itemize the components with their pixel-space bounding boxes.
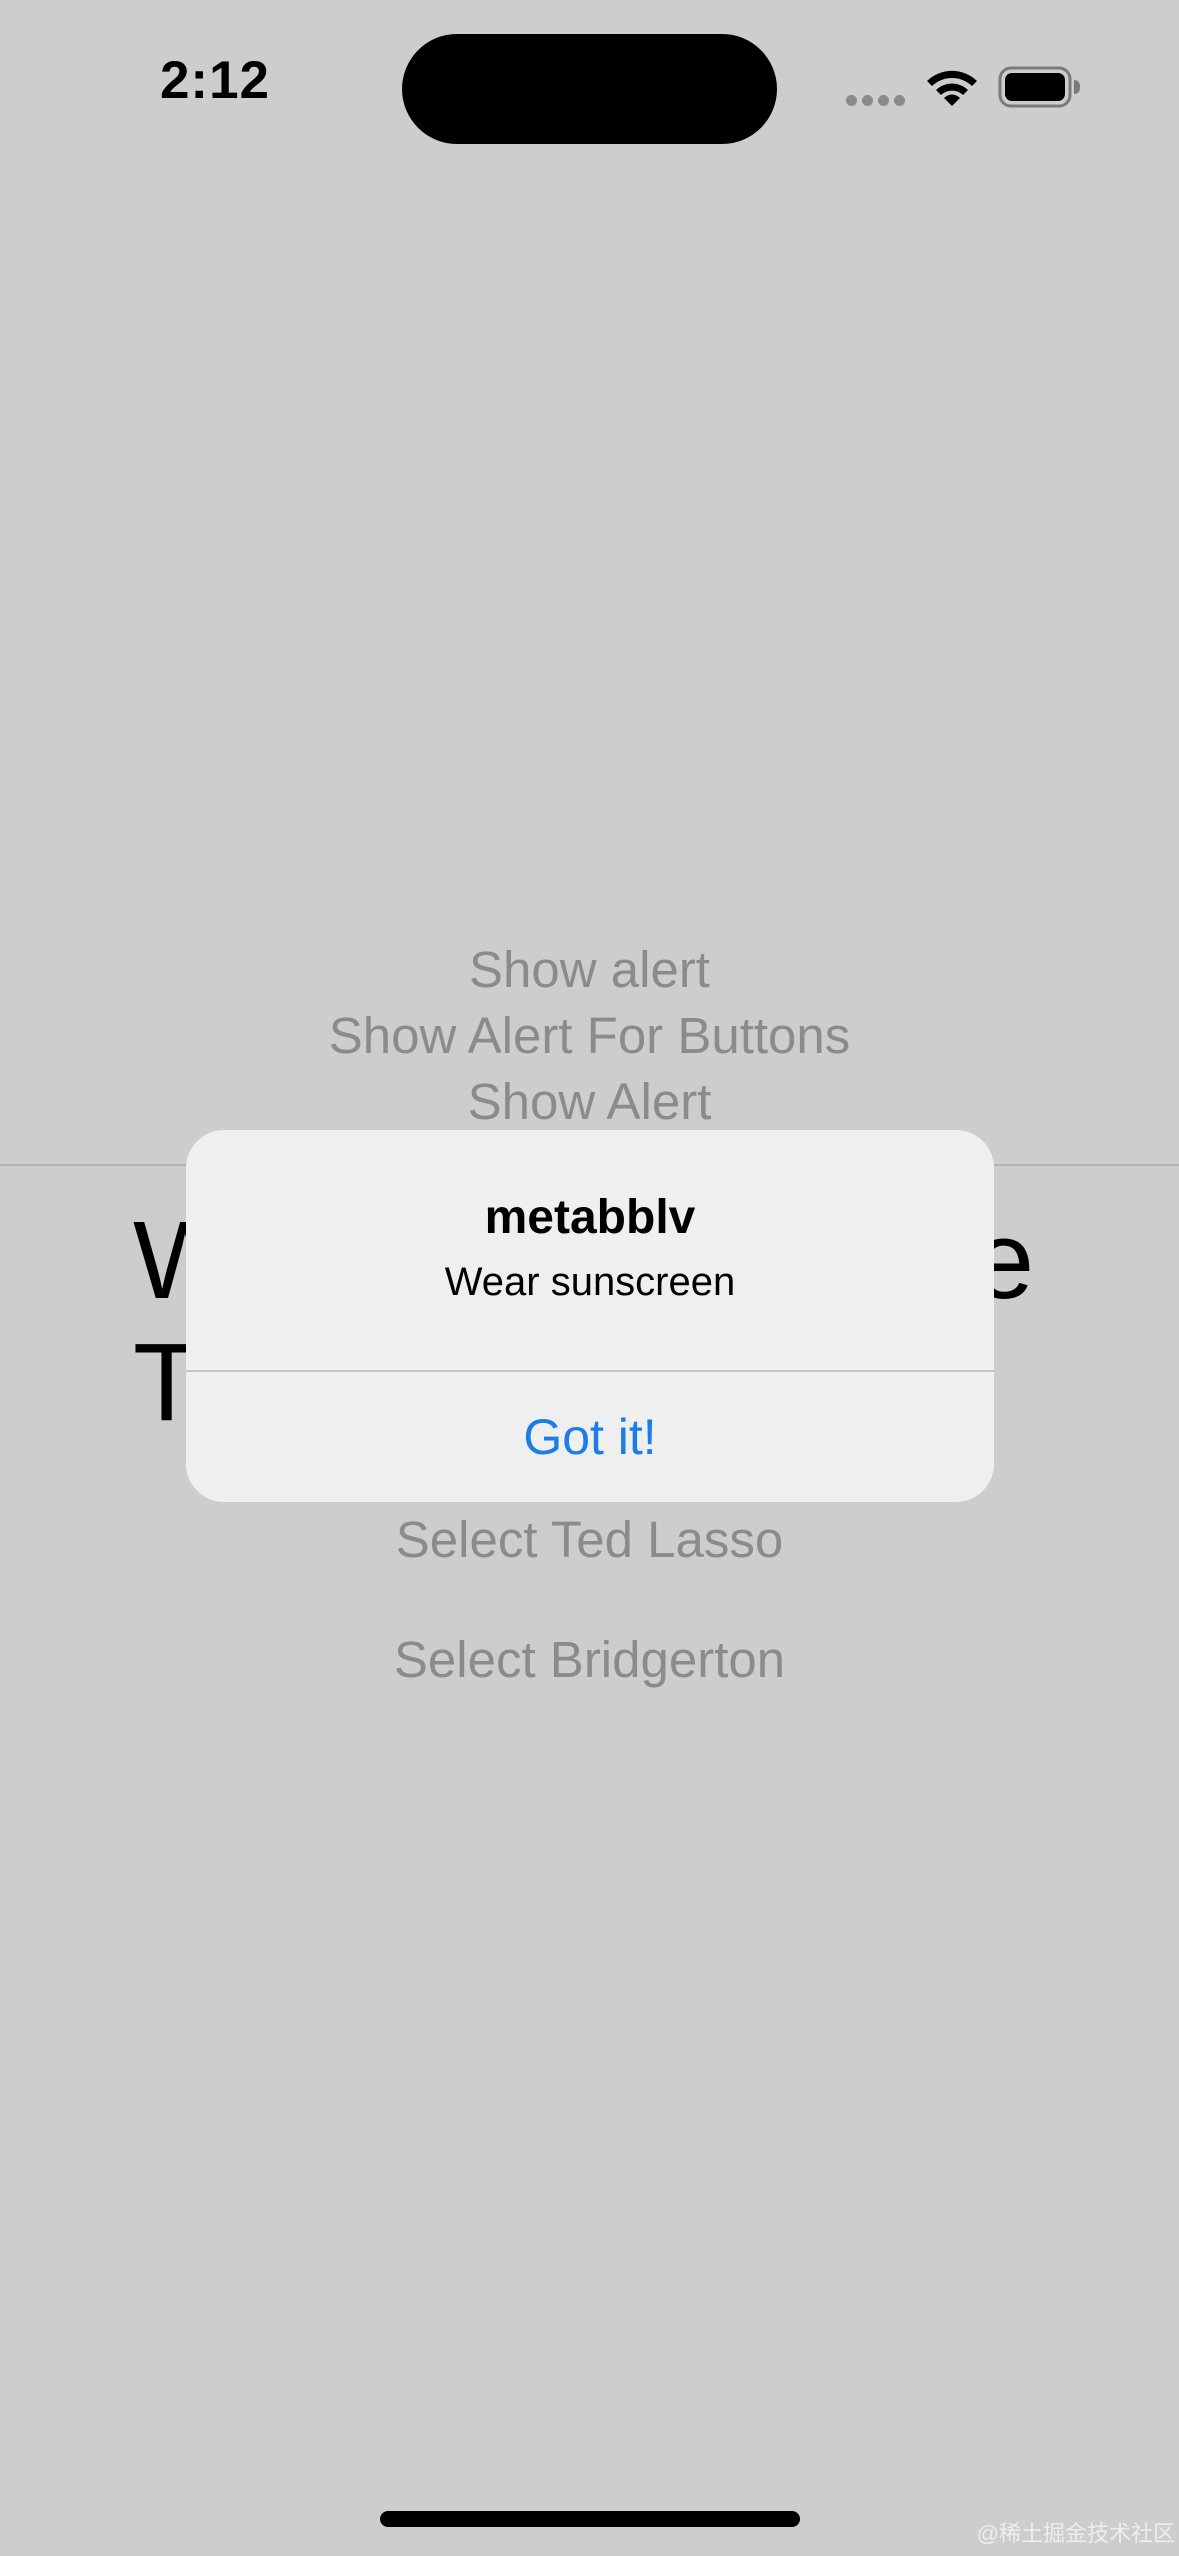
home-indicator[interactable] [380,2511,800,2527]
show-alert-link[interactable]: Show alert [0,940,1179,999]
status-time: 2:12 [159,51,271,110]
wifi-icon [927,70,977,106]
signal-dots-icon [846,95,906,107]
battery-icon [998,66,1080,108]
select-bridgerton-link[interactable]: Select Bridgerton [0,1630,1179,1689]
show-alert-link-2[interactable]: Show Alert [0,1072,1179,1131]
select-ted-lasso-link[interactable]: Select Ted Lasso [0,1510,1179,1569]
show-alert-for-buttons-link[interactable]: Show Alert For Buttons [0,1006,1179,1065]
alert-title: metabblv [484,1191,696,1244]
watermark: @稀土掘金技术社区 [976,2521,1175,2546]
alert-dialog: metabblv Wear sunscreen Got it! [186,1130,994,1502]
dynamic-island [402,34,777,144]
alert-message: Wear sunscreen [444,1260,736,1304]
got-it-button[interactable]: Got it! [186,1372,994,1502]
